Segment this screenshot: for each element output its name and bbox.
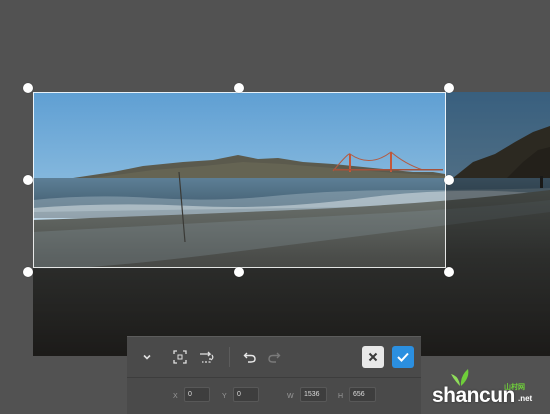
y-label: Y (222, 393, 227, 400)
rotate-button[interactable] (197, 347, 217, 367)
height-field[interactable]: 656 (349, 387, 376, 402)
close-icon (368, 352, 378, 362)
editor-canvas: X 0 Y 0 W 1536 H 656 shancun 山村网 .net (0, 0, 550, 414)
chevron-down-icon (143, 354, 151, 360)
undo-button[interactable] (240, 347, 260, 367)
crop-ratio-button[interactable] (170, 347, 190, 367)
crop-handle-top-left[interactable] (23, 83, 33, 93)
crop-handle-bottom-left[interactable] (23, 267, 33, 277)
crop-toolbar: X 0 Y 0 W 1536 H 656 (127, 336, 421, 414)
toolbar-dimensions-row: X 0 Y 0 W 1536 H 656 (127, 378, 421, 414)
checkmark-icon (397, 352, 409, 362)
x-field[interactable]: 0 (184, 387, 210, 402)
y-field[interactable]: 0 (233, 387, 259, 402)
height-label: H (338, 393, 344, 400)
collapse-button[interactable] (137, 347, 157, 367)
watermark-logo: shancun 山村网 .net (418, 366, 550, 413)
watermark-suffix: .net (518, 394, 533, 403)
rotate-icon (200, 351, 214, 363)
x-label: X (173, 393, 178, 400)
toolbar-actions-row (127, 337, 421, 377)
width-label: W (287, 393, 294, 400)
crop-handle-left[interactable] (23, 175, 33, 185)
crop-handle-bottom-right[interactable] (444, 267, 454, 277)
crop-handle-bottom[interactable] (234, 267, 244, 277)
watermark-small-text: 山村网 (504, 384, 525, 391)
confirm-button[interactable] (392, 346, 414, 368)
crop-frame[interactable] (33, 92, 446, 268)
crop-handle-right[interactable] (444, 175, 454, 185)
redo-icon (268, 352, 281, 363)
crop-handle-top[interactable] (234, 83, 244, 93)
watermark-text: shancun (432, 384, 515, 407)
crop-overlay-right (446, 92, 550, 356)
toolbar-divider (229, 347, 230, 367)
crop-frame-icon (173, 350, 187, 364)
width-field[interactable]: 1536 (300, 387, 327, 402)
redo-button[interactable] (264, 347, 284, 367)
undo-icon (243, 352, 256, 363)
crop-handle-top-right[interactable] (444, 83, 454, 93)
cancel-button[interactable] (362, 346, 384, 368)
